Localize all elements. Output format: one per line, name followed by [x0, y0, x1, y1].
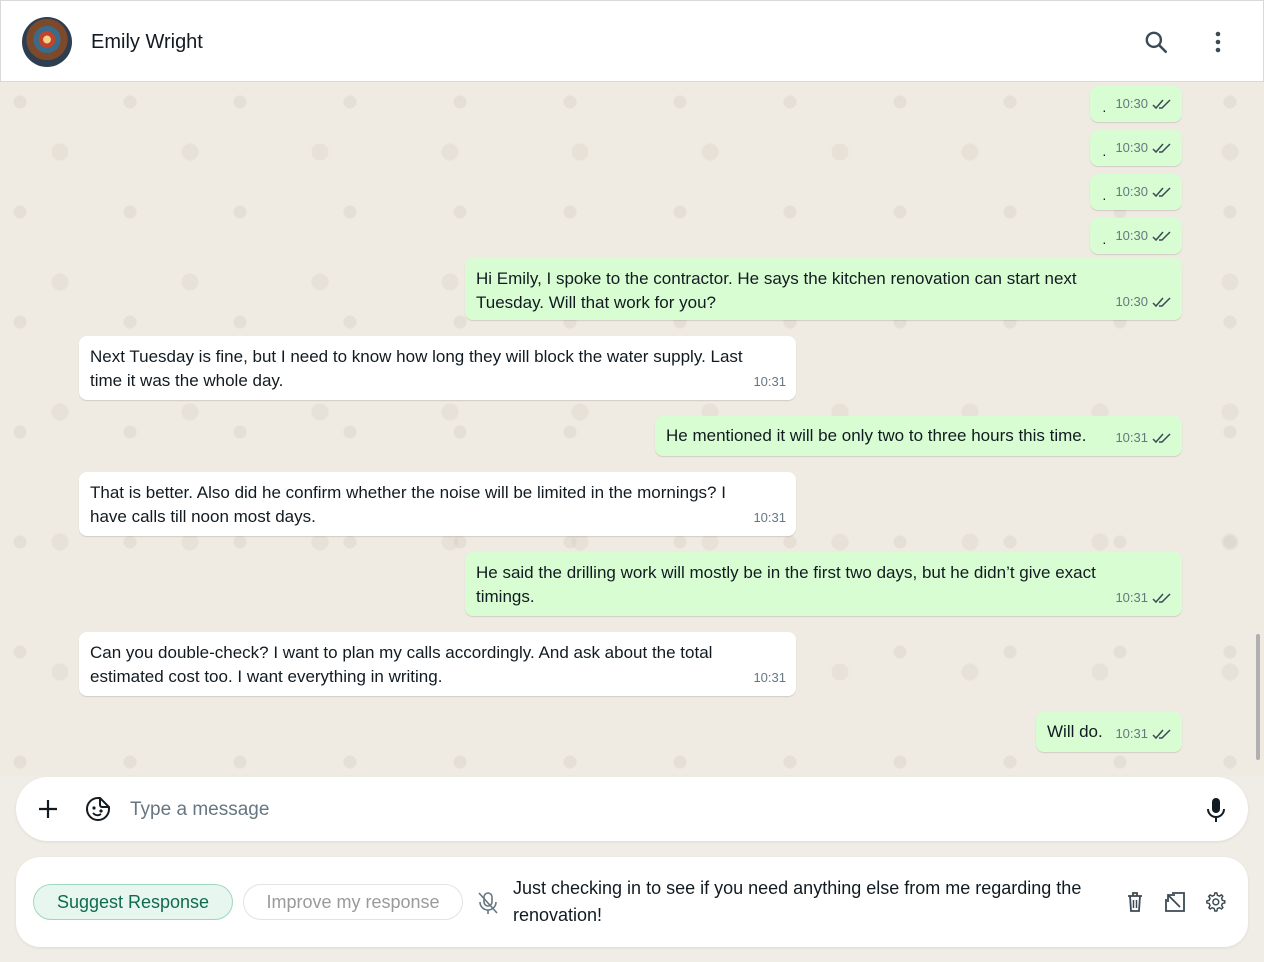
message-bubble-incoming[interactable]: Next Tuesday is fine, but I need to know… — [79, 336, 796, 400]
message-time: 10:30 — [1115, 184, 1148, 199]
message-input[interactable] — [130, 798, 1190, 822]
double-check-icon — [1152, 729, 1171, 740]
message-time: 10:31 — [1115, 430, 1148, 445]
ai-assist-panel: Suggest Response Improve my response Jus… — [16, 857, 1248, 947]
message-time: 10:30 — [1115, 96, 1148, 111]
plus-icon[interactable] — [36, 797, 60, 821]
message-time: 10:30 — [1115, 140, 1148, 155]
double-check-icon — [1152, 99, 1171, 110]
sticker-icon[interactable] — [84, 795, 112, 823]
draft-response-text[interactable]: Just checking in to see if you need anyt… — [513, 875, 1113, 929]
double-check-icon — [1152, 143, 1171, 154]
message-time: 10:31 — [753, 374, 786, 389]
message-bubble-outgoing[interactable]: He mentioned it will be only two to thre… — [655, 416, 1182, 456]
message-bubble-outgoing[interactable]: · 10:30 — [1090, 218, 1182, 254]
message-composer — [16, 777, 1248, 841]
double-check-icon — [1152, 231, 1171, 242]
contact-name[interactable]: Emily Wright — [91, 31, 203, 54]
message-text: Hi Emily, I spoke to the contractor. He … — [476, 269, 1077, 312]
suggest-response-button[interactable]: Suggest Response — [33, 884, 233, 920]
double-check-icon — [1152, 297, 1171, 308]
message-text: Can you double-check? I want to plan my … — [90, 643, 713, 686]
message-bubble-outgoing[interactable]: Hi Emily, I spoke to the contractor. He … — [465, 258, 1182, 320]
message-bubble-incoming[interactable]: Can you double-check? I want to plan my … — [79, 632, 796, 696]
message-time: 10:31 — [753, 670, 786, 685]
microphone-icon[interactable] — [1204, 796, 1228, 824]
microphone-off-icon[interactable] — [476, 890, 500, 916]
message-text: · — [1102, 146, 1107, 162]
message-text: · — [1102, 190, 1107, 206]
search-icon[interactable] — [1141, 27, 1171, 57]
message-bubble-outgoing[interactable]: Will do. 10:31 — [1036, 712, 1182, 752]
insert-response-icon[interactable] — [1163, 890, 1187, 914]
double-check-icon — [1152, 433, 1171, 444]
message-text: · — [1102, 102, 1107, 118]
contact-avatar[interactable] — [22, 17, 72, 67]
message-list[interactable]: · 10:30 · 10:30 · 10:30 · 10:30 Hi Emily… — [0, 82, 1264, 776]
message-time: 10:30 — [1115, 228, 1148, 243]
double-check-icon — [1152, 187, 1171, 198]
scrollbar-thumb[interactable] — [1256, 634, 1260, 760]
improve-response-button[interactable]: Improve my response — [243, 884, 463, 920]
more-vertical-icon[interactable] — [1203, 27, 1233, 57]
gear-icon[interactable] — [1203, 890, 1227, 914]
message-text: Next Tuesday is fine, but I need to know… — [90, 347, 743, 390]
message-bubble-outgoing[interactable]: · 10:30 — [1090, 174, 1182, 210]
double-check-icon — [1152, 593, 1171, 604]
chat-scrollbar[interactable] — [1254, 86, 1262, 774]
chat-header: Emily Wright — [0, 0, 1264, 82]
message-bubble-outgoing[interactable]: He said the drilling work will mostly be… — [465, 552, 1182, 616]
message-bubble-outgoing[interactable]: · 10:30 — [1090, 86, 1182, 122]
message-text: · — [1102, 234, 1107, 250]
message-time: 10:31 — [1115, 726, 1148, 741]
message-text: That is better. Also did he confirm whet… — [90, 483, 726, 526]
trash-icon[interactable] — [1124, 890, 1146, 914]
message-time: 10:31 — [753, 510, 786, 525]
message-text: He mentioned it will be only two to thre… — [666, 426, 1087, 445]
message-bubble-outgoing[interactable]: · 10:30 — [1090, 130, 1182, 166]
message-text: He said the drilling work will mostly be… — [476, 563, 1096, 606]
message-bubble-incoming[interactable]: That is better. Also did he confirm whet… — [79, 472, 796, 536]
message-time: 10:30 — [1115, 294, 1148, 309]
message-time: 10:31 — [1115, 590, 1148, 605]
